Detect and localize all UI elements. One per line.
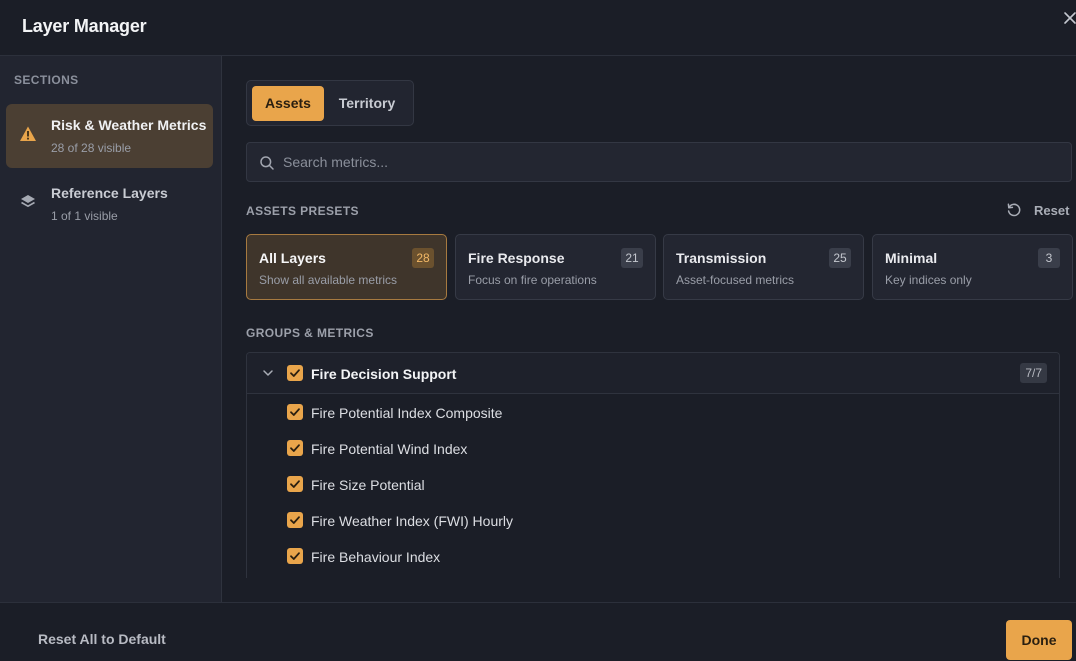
metric-row[interactable]: Fire Behaviour Index — [247, 538, 1059, 574]
preset-description: Asset-focused metrics — [676, 273, 795, 287]
group-panel: Fire Decision Support 7/7 Fire Potential… — [246, 352, 1060, 578]
group-name: Fire Decision Support — [311, 366, 457, 382]
search-input[interactable] — [283, 143, 1063, 181]
done-button[interactable]: Done — [1006, 620, 1072, 660]
dialog-title: Layer Manager — [22, 16, 147, 36]
reset-all-button[interactable]: Reset All to Default — [38, 631, 166, 647]
search-box — [246, 142, 1072, 182]
preset-name: Fire Response — [468, 250, 565, 266]
metric-name: Fire Potential Wind Index — [311, 441, 468, 457]
metric-checkbox[interactable] — [287, 404, 303, 420]
sidebar-item-visibility: 28 of 28 visible — [51, 141, 132, 155]
reset-label: Reset — [1034, 203, 1070, 218]
preset-minimal[interactable]: Minimal Key indices only 3 — [872, 234, 1073, 300]
search-icon — [260, 156, 274, 170]
chevron-down-icon[interactable] — [261, 366, 275, 380]
check-icon — [290, 369, 300, 377]
preset-name: All Layers — [259, 250, 326, 266]
reset-presets-button[interactable]: Reset — [1006, 201, 1070, 221]
metric-name: Fire Behaviour Index — [311, 549, 441, 565]
sidebar-item-label: Risk & Weather Metrics — [51, 117, 207, 133]
preset-name: Transmission — [676, 250, 767, 266]
sidebar-item-risk-weather-metrics[interactable]: Risk & Weather Metrics 28 of 28 visible — [6, 104, 213, 168]
warning-icon — [20, 126, 36, 141]
reset-icon — [1007, 203, 1021, 217]
tab-assets[interactable]: Assets — [252, 86, 324, 121]
preset-description: Show all available metrics — [259, 273, 398, 287]
metric-row[interactable]: Fire Potential Wind Index — [247, 430, 1059, 466]
preset-description: Key indices only — [885, 273, 972, 287]
metric-name: Fire Weather Index (FWI) Hourly — [311, 513, 514, 529]
tab-bar: Assets Territory — [246, 80, 414, 126]
check-icon — [290, 480, 300, 488]
check-icon — [290, 408, 300, 416]
metric-checkbox[interactable] — [287, 476, 303, 492]
metric-row[interactable]: Fire Weather Index (FWI) Hourly — [247, 502, 1059, 538]
preset-transmission[interactable]: Transmission Asset-focused metrics 25 — [663, 234, 864, 300]
sidebar-item-visibility: 1 of 1 visible — [51, 209, 118, 223]
close-button[interactable] — [1060, 8, 1076, 28]
close-icon — [1064, 12, 1076, 24]
sidebar-item-label: Reference Layers — [51, 185, 168, 201]
sidebar-item-reference-layers[interactable]: Reference Layers 1 of 1 visible — [6, 172, 213, 236]
preset-count-badge: 28 — [412, 248, 434, 268]
groups-label: GROUPS & METRICS — [246, 326, 374, 340]
metric-checkbox[interactable] — [287, 512, 303, 528]
main-panel: Assets Territory ASSETS PRESETS Reset Al… — [222, 56, 1076, 602]
check-icon — [290, 444, 300, 452]
check-icon — [290, 516, 300, 524]
metric-row[interactable]: Fire Size Potential — [247, 466, 1059, 502]
group-header: Fire Decision Support 7/7 — [247, 353, 1059, 394]
preset-name: Minimal — [885, 250, 938, 266]
sidebar: SECTIONS Risk & Weather Metrics 28 of 28… — [0, 56, 222, 602]
preset-all-layers[interactable]: All Layers Show all available metrics 28 — [246, 234, 447, 300]
preset-count-badge: 21 — [621, 248, 643, 268]
group-checkbox[interactable] — [287, 365, 303, 381]
preset-count-badge: 25 — [829, 248, 851, 268]
metric-row[interactable]: Fire Potential Index Composite — [247, 394, 1059, 430]
dialog-footer: Reset All to Default Done — [0, 602, 1076, 661]
preset-count-badge: 3 — [1038, 248, 1060, 268]
preset-fire-response[interactable]: Fire Response Focus on fire operations 2… — [455, 234, 656, 300]
check-icon — [290, 552, 300, 560]
metric-checkbox[interactable] — [287, 548, 303, 564]
group-count-badge: 7/7 — [1020, 363, 1047, 383]
sections-label: SECTIONS — [14, 73, 79, 87]
presets-label: ASSETS PRESETS — [246, 204, 359, 218]
preset-description: Focus on fire operations — [468, 273, 597, 287]
metric-checkbox[interactable] — [287, 440, 303, 456]
metric-name: Fire Size Potential — [311, 477, 425, 493]
dialog-header: Layer Manager — [0, 0, 1076, 56]
tab-territory[interactable]: Territory — [331, 86, 403, 121]
layers-icon — [21, 195, 35, 207]
metric-name: Fire Potential Index Composite — [311, 405, 503, 421]
